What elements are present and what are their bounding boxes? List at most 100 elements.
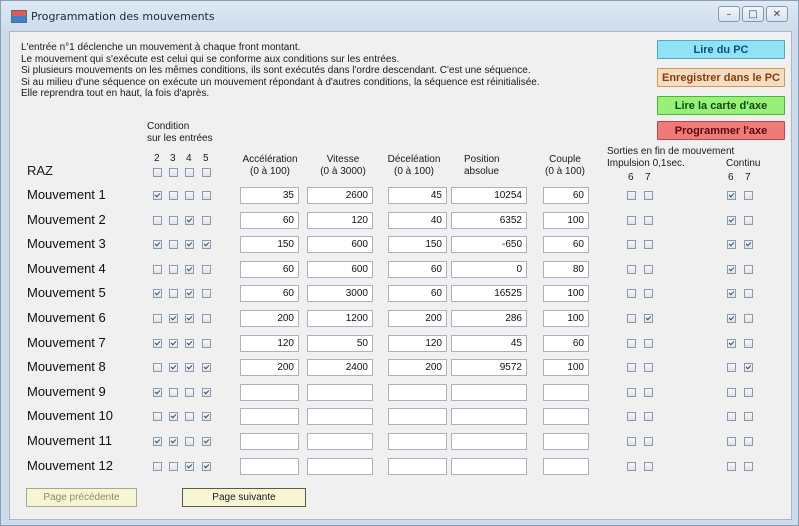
speed-field[interactable]	[307, 457, 373, 475]
acceleration-field[interactable]: 200	[240, 359, 299, 377]
program-axis-button[interactable]: Programmer l'axe	[657, 121, 785, 140]
deceleration-field[interactable]: 40	[388, 211, 447, 229]
speed-field[interactable]: 600	[307, 260, 373, 278]
condition-checkbox[interactable]	[169, 387, 178, 397]
condition-checkbox[interactable]	[202, 412, 211, 422]
continuous-output-checkbox[interactable]	[727, 387, 736, 397]
speed-field[interactable]: 50	[307, 334, 373, 352]
continuous-output-checkbox[interactable]	[727, 215, 736, 225]
condition-checkbox[interactable]	[169, 412, 178, 422]
condition-checkbox[interactable]	[153, 264, 162, 274]
speed-field[interactable]: 2400	[307, 359, 373, 377]
acceleration-field[interactable]: 150	[240, 236, 299, 254]
acceleration-field[interactable]: 200	[240, 310, 299, 327]
speed-field[interactable]: 120	[307, 211, 373, 229]
read-axis-card-button[interactable]: Lire la carte d'axe	[657, 96, 785, 115]
position-field[interactable]	[451, 383, 527, 401]
continuous-output-checkbox[interactable]	[744, 191, 753, 200]
condition-checkbox[interactable]	[202, 215, 211, 225]
speed-field[interactable]	[307, 408, 373, 426]
condition-checkbox[interactable]	[169, 215, 178, 225]
deceleration-field[interactable]: 60	[388, 285, 447, 303]
continuous-output-checkbox[interactable]	[727, 191, 736, 200]
position-field[interactable]: 6352	[451, 211, 527, 229]
acceleration-field[interactable]	[240, 383, 299, 401]
pulse-output-checkbox[interactable]	[644, 289, 653, 299]
deceleration-field[interactable]: 200	[388, 310, 447, 327]
pulse-output-checkbox[interactable]	[644, 412, 653, 422]
condition-checkbox[interactable]	[169, 264, 178, 274]
continuous-output-checkbox[interactable]	[727, 289, 736, 299]
torque-field[interactable]: 60	[543, 187, 589, 204]
torque-field[interactable]: 80	[543, 260, 589, 278]
condition-checkbox[interactable]	[169, 363, 178, 373]
condition-checkbox[interactable]	[169, 191, 178, 200]
condition-checkbox[interactable]	[202, 264, 211, 274]
condition-checkbox[interactable]	[185, 387, 194, 397]
torque-field[interactable]	[543, 408, 589, 426]
pulse-output-checkbox[interactable]	[644, 314, 653, 323]
position-field[interactable]: 0	[451, 260, 527, 278]
condition-checkbox[interactable]	[153, 191, 162, 200]
continuous-output-checkbox[interactable]	[727, 461, 736, 471]
deceleration-field[interactable]: 60	[388, 260, 447, 278]
torque-field[interactable]: 60	[543, 334, 589, 352]
condition-checkbox[interactable]	[202, 240, 211, 250]
pulse-output-checkbox[interactable]	[644, 240, 653, 250]
raz-checkbox-input-5[interactable]	[202, 168, 211, 177]
condition-checkbox[interactable]	[169, 240, 178, 250]
raz-checkbox-input-3[interactable]	[169, 168, 178, 177]
pulse-output-checkbox[interactable]	[644, 191, 653, 200]
deceleration-field[interactable]: 45	[388, 187, 447, 204]
torque-field[interactable]: 100	[543, 310, 589, 327]
condition-checkbox[interactable]	[153, 363, 162, 373]
close-icon[interactable]: ✕	[766, 6, 788, 22]
position-field[interactable]	[451, 433, 527, 450]
pulse-output-checkbox[interactable]	[627, 437, 636, 446]
maximize-icon[interactable]: □	[742, 6, 764, 22]
condition-checkbox[interactable]	[153, 387, 162, 397]
speed-field[interactable]: 3000	[307, 285, 373, 303]
condition-checkbox[interactable]	[202, 338, 211, 348]
condition-checkbox[interactable]	[169, 338, 178, 348]
condition-checkbox[interactable]	[185, 437, 194, 446]
condition-checkbox[interactable]	[185, 289, 194, 299]
condition-checkbox[interactable]	[153, 412, 162, 422]
pulse-output-checkbox[interactable]	[627, 264, 636, 274]
continuous-output-checkbox[interactable]	[744, 314, 753, 323]
speed-field[interactable]: 2600	[307, 187, 373, 204]
torque-field[interactable]	[543, 433, 589, 450]
condition-checkbox[interactable]	[202, 363, 211, 373]
condition-checkbox[interactable]	[169, 314, 178, 323]
position-field[interactable]	[451, 457, 527, 475]
pulse-output-checkbox[interactable]	[627, 215, 636, 225]
pulse-output-checkbox[interactable]	[627, 461, 636, 471]
condition-checkbox[interactable]	[185, 412, 194, 422]
acceleration-field[interactable]: 60	[240, 285, 299, 303]
raz-checkbox-input-2[interactable]	[153, 168, 162, 177]
condition-checkbox[interactable]	[153, 437, 162, 446]
torque-field[interactable]: 100	[543, 359, 589, 377]
condition-checkbox[interactable]	[202, 289, 211, 299]
raz-checkbox-input-4[interactable]	[185, 168, 194, 177]
pulse-output-checkbox[interactable]	[644, 363, 653, 373]
continuous-output-checkbox[interactable]	[744, 363, 753, 373]
torque-field[interactable]: 100	[543, 285, 589, 303]
torque-field[interactable]: 60	[543, 236, 589, 254]
save-to-pc-button[interactable]: Enregistrer dans le PC	[657, 68, 785, 87]
condition-checkbox[interactable]	[202, 191, 211, 200]
condition-checkbox[interactable]	[185, 215, 194, 225]
condition-checkbox[interactable]	[202, 314, 211, 323]
continuous-output-checkbox[interactable]	[744, 338, 753, 348]
deceleration-field[interactable]	[388, 383, 447, 401]
acceleration-field[interactable]: 60	[240, 260, 299, 278]
pulse-output-checkbox[interactable]	[627, 289, 636, 299]
condition-checkbox[interactable]	[185, 363, 194, 373]
condition-checkbox[interactable]	[185, 461, 194, 471]
acceleration-field[interactable]: 120	[240, 334, 299, 352]
position-field[interactable]: 10254	[451, 187, 527, 204]
position-field[interactable]: 16525	[451, 285, 527, 303]
deceleration-field[interactable]: 120	[388, 334, 447, 352]
deceleration-field[interactable]	[388, 408, 447, 426]
pulse-output-checkbox[interactable]	[627, 240, 636, 250]
